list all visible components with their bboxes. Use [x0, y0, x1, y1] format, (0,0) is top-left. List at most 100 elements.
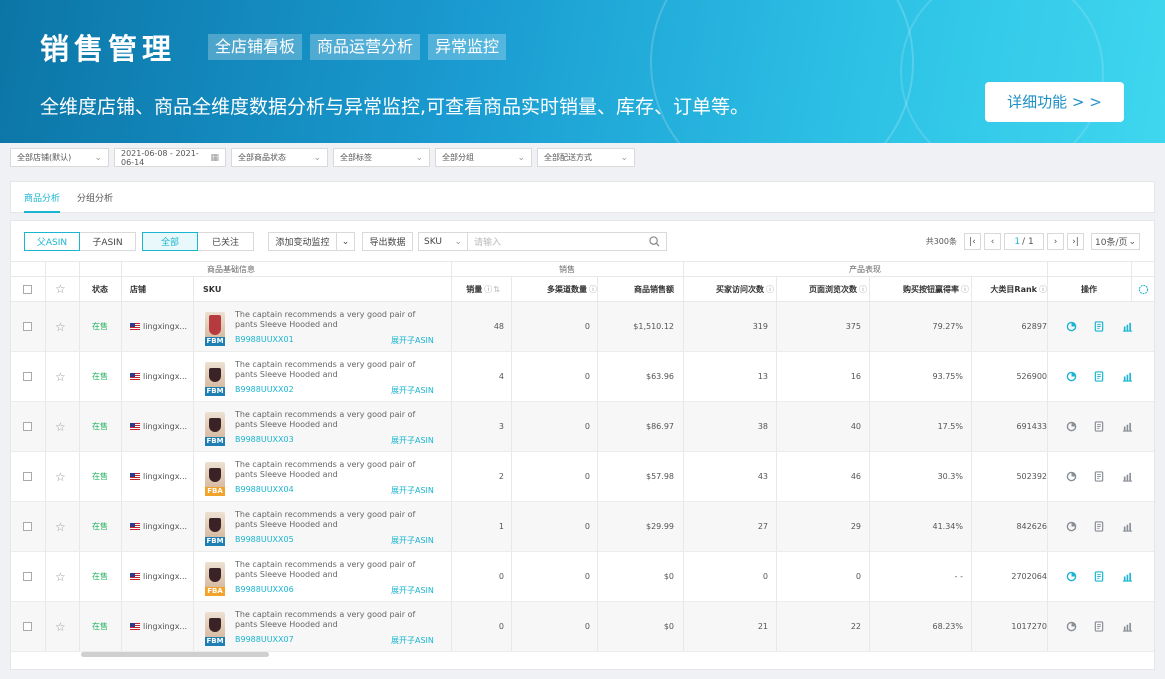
- page-size-select[interactable]: 10条/页 ⌄: [1091, 233, 1140, 250]
- trend-icon[interactable]: [1065, 321, 1077, 333]
- col-rank[interactable]: 大类目Rank ⓘ: [972, 277, 1047, 301]
- report-icon[interactable]: [1093, 471, 1105, 483]
- group-select[interactable]: 全部分组 ⌄: [435, 148, 532, 167]
- page-input[interactable]: 1/ 1: [1004, 233, 1044, 250]
- export-button[interactable]: 导出数据: [362, 232, 413, 251]
- sku-link[interactable]: B9988UUXX01: [235, 335, 294, 344]
- report-icon[interactable]: [1093, 571, 1105, 583]
- chart-icon[interactable]: [1121, 321, 1133, 333]
- star-icon[interactable]: ☆: [55, 552, 75, 601]
- report-icon[interactable]: [1093, 621, 1105, 633]
- chart-icon[interactable]: [1121, 471, 1133, 483]
- product-title[interactable]: The captain recommends a very good pair …: [235, 460, 435, 480]
- col-buybox[interactable]: 购买按钮赢得率 ⓘ: [870, 277, 969, 301]
- search-field-select[interactable]: SKU ⌄: [418, 232, 468, 251]
- product-thumbnail[interactable]: FBM: [205, 402, 235, 451]
- table-row[interactable]: ☆ 在售 lingxingx... FBM The captain recomm…: [11, 502, 1154, 552]
- star-icon[interactable]: ☆: [55, 352, 75, 401]
- last-page-button[interactable]: ›|: [1067, 233, 1084, 250]
- trend-icon[interactable]: [1065, 621, 1077, 633]
- trend-icon[interactable]: [1065, 471, 1077, 483]
- search-icon[interactable]: [649, 236, 660, 247]
- trend-icon[interactable]: [1065, 371, 1077, 383]
- product-title[interactable]: The captain recommends a very good pair …: [235, 410, 435, 430]
- table-row[interactable]: ☆ 在售 lingxingx... FBA The captain recomm…: [11, 552, 1154, 602]
- report-icon[interactable]: [1093, 371, 1105, 383]
- followed-button[interactable]: 已关注: [198, 232, 254, 251]
- sku-link[interactable]: B9988UUXX05: [235, 535, 294, 544]
- column-settings-icon[interactable]: [1131, 277, 1154, 301]
- product-title[interactable]: The captain recommends a very good pair …: [235, 510, 435, 530]
- col-sales-amount[interactable]: 商品销售额: [598, 277, 674, 301]
- product-status-select[interactable]: 全部商品状态 ⌄: [231, 148, 328, 167]
- col-qty[interactable]: 销量 ⓘ ⇅: [451, 277, 500, 301]
- product-thumbnail[interactable]: FBA: [205, 552, 235, 601]
- expand-child-asin-link[interactable]: 展开子ASIN: [391, 435, 434, 446]
- table-row[interactable]: ☆ 在售 lingxingx... FBM The captain recomm…: [11, 302, 1154, 352]
- report-icon[interactable]: [1093, 321, 1105, 333]
- col-page-views[interactable]: 页面浏览次数 ⓘ: [777, 277, 867, 301]
- sku-link[interactable]: B9988UUXX04: [235, 485, 294, 494]
- child-asin-button[interactable]: 子ASIN: [80, 232, 136, 251]
- table-row[interactable]: ☆ 在售 lingxingx... FBM The captain recomm…: [11, 402, 1154, 452]
- expand-child-asin-link[interactable]: 展开子ASIN: [391, 485, 434, 496]
- tab-product-analysis[interactable]: 商品分析: [24, 191, 61, 213]
- col-visits[interactable]: 买家访问次数 ⓘ: [684, 277, 774, 301]
- expand-child-asin-link[interactable]: 展开子ASIN: [391, 535, 434, 546]
- product-thumbnail[interactable]: FBA: [205, 452, 235, 501]
- sku-link[interactable]: B9988UUXX03: [235, 435, 294, 444]
- product-thumbnail[interactable]: FBM: [205, 502, 235, 551]
- prev-page-button[interactable]: ‹: [984, 233, 1001, 250]
- product-title[interactable]: The captain recommends a very good pair …: [235, 360, 435, 380]
- tab-group-analysis[interactable]: 分组分析: [77, 191, 113, 204]
- horizontal-scrollbar[interactable]: [81, 652, 269, 657]
- row-checkbox[interactable]: [23, 302, 43, 351]
- tag-select[interactable]: 全部标签 ⌄: [333, 148, 430, 167]
- row-checkbox[interactable]: [23, 402, 43, 451]
- product-title[interactable]: The captain recommends a very good pair …: [235, 560, 435, 580]
- product-thumbnail[interactable]: FBM: [205, 352, 235, 401]
- row-checkbox[interactable]: [23, 602, 43, 651]
- col-multichannel[interactable]: 多渠道数量 ⓘ: [512, 277, 597, 301]
- add-monitor-button[interactable]: 添加变动监控: [268, 232, 337, 251]
- chart-icon[interactable]: [1121, 521, 1133, 533]
- all-button[interactable]: 全部: [142, 232, 198, 251]
- monitor-dropdown-button[interactable]: ⌄: [337, 232, 355, 251]
- fulfillment-select[interactable]: 全部配送方式 ⌄: [537, 148, 635, 167]
- sku-link[interactable]: B9988UUXX02: [235, 385, 294, 394]
- report-icon[interactable]: [1093, 421, 1105, 433]
- sku-link[interactable]: B9988UUXX06: [235, 585, 294, 594]
- first-page-button[interactable]: |‹: [964, 233, 981, 250]
- shop-select[interactable]: 全部店铺(默认) ⌄: [10, 148, 109, 167]
- table-row[interactable]: ☆ 在售 lingxingx... FBA The captain recomm…: [11, 452, 1154, 502]
- row-checkbox[interactable]: [23, 352, 43, 401]
- product-thumbnail[interactable]: FBM: [205, 302, 235, 351]
- search-input[interactable]: 请输入: [468, 232, 667, 251]
- expand-child-asin-link[interactable]: 展开子ASIN: [391, 635, 434, 646]
- chart-icon[interactable]: [1121, 621, 1133, 633]
- star-icon[interactable]: ☆: [55, 502, 75, 551]
- next-page-button[interactable]: ›: [1047, 233, 1064, 250]
- row-checkbox[interactable]: [23, 452, 43, 501]
- chart-icon[interactable]: [1121, 371, 1133, 383]
- star-icon[interactable]: ☆: [55, 302, 75, 351]
- sku-link[interactable]: B9988UUXX07: [235, 635, 294, 644]
- product-title[interactable]: The captain recommends a very good pair …: [235, 610, 435, 630]
- trend-icon[interactable]: [1065, 521, 1077, 533]
- chart-icon[interactable]: [1121, 571, 1133, 583]
- expand-child-asin-link[interactable]: 展开子ASIN: [391, 585, 434, 596]
- table-row[interactable]: ☆ 在售 lingxingx... FBM The captain recomm…: [11, 602, 1154, 652]
- date-range-picker[interactable]: 2021-06-08 - 2021-06-14 ▦: [114, 148, 226, 167]
- row-checkbox[interactable]: [23, 552, 43, 601]
- chart-icon[interactable]: [1121, 421, 1133, 433]
- product-title[interactable]: The captain recommends a very good pair …: [235, 310, 435, 330]
- expand-child-asin-link[interactable]: 展开子ASIN: [391, 385, 434, 396]
- star-icon[interactable]: ☆: [55, 602, 75, 651]
- star-icon[interactable]: ☆: [55, 452, 75, 501]
- row-checkbox[interactable]: [23, 502, 43, 551]
- report-icon[interactable]: [1093, 521, 1105, 533]
- trend-icon[interactable]: [1065, 421, 1077, 433]
- product-thumbnail[interactable]: FBM: [205, 602, 235, 651]
- star-icon[interactable]: ☆: [55, 402, 75, 451]
- table-row[interactable]: ☆ 在售 lingxingx... FBM The captain recomm…: [11, 352, 1154, 402]
